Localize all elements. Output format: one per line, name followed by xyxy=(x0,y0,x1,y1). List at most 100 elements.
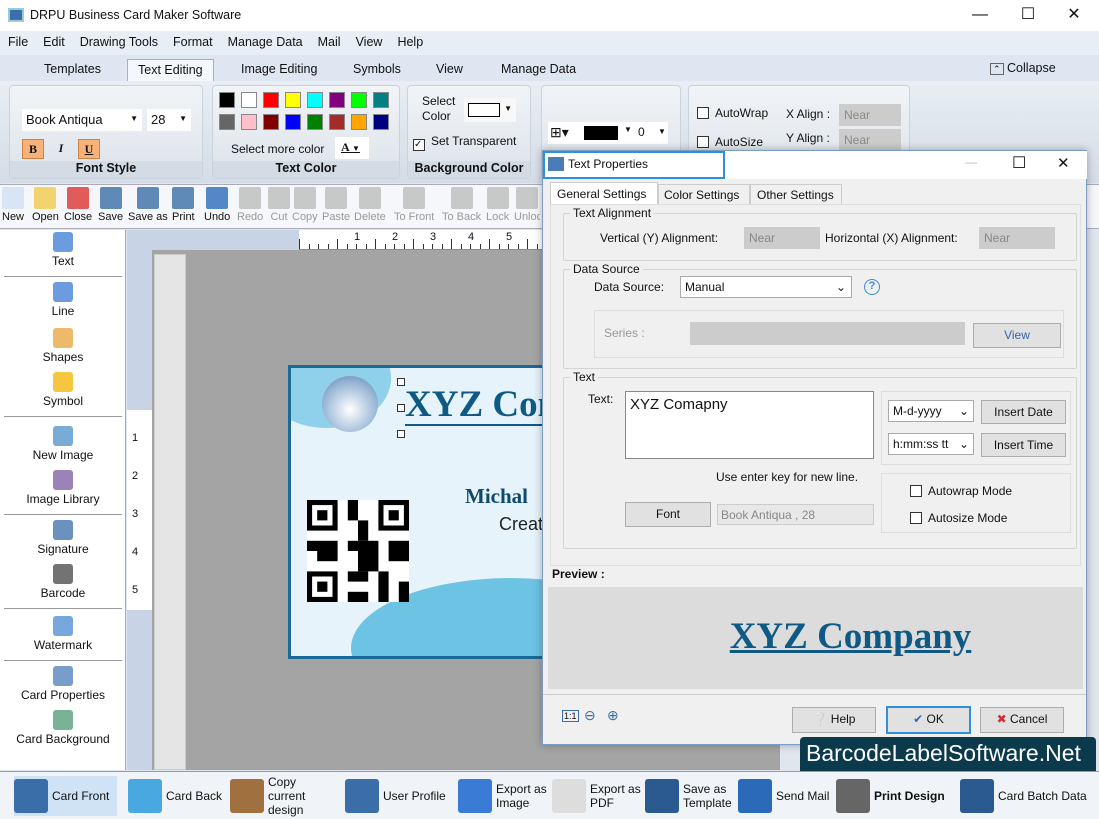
color-swatch[interactable] xyxy=(219,92,235,108)
color-swatch[interactable] xyxy=(307,92,323,108)
underline-button[interactable]: U xyxy=(78,139,100,159)
menu-drawing-tools[interactable]: Drawing Tools xyxy=(72,31,165,49)
color-swatch[interactable] xyxy=(241,92,257,108)
series-select[interactable] xyxy=(690,322,965,345)
color-swatch[interactable] xyxy=(373,92,389,108)
menu-view[interactable]: View xyxy=(348,31,390,49)
save-as-template-button[interactable]: Save as Template xyxy=(645,776,745,816)
tool-shapes[interactable]: Shapes xyxy=(4,328,122,364)
paste-button[interactable]: Paste xyxy=(322,187,350,223)
view-button[interactable]: View xyxy=(973,323,1061,348)
export-as-image-button[interactable]: Export as Image xyxy=(458,776,558,816)
lock-button[interactable]: Lock xyxy=(486,187,509,223)
tool-text[interactable]: Text xyxy=(4,232,122,268)
to-front-button[interactable]: To Front xyxy=(394,187,434,223)
x-align-select[interactable]: Near xyxy=(839,104,901,126)
text-input[interactable]: XYZ Comapny xyxy=(625,391,874,459)
color-swatch[interactable] xyxy=(329,114,345,130)
tool-card-background[interactable]: Card Background xyxy=(4,710,122,746)
time-format-select[interactable]: h:mm:ss tt ⌄ xyxy=(888,433,974,455)
selection-handle[interactable] xyxy=(397,430,405,438)
autosize-checkbox[interactable]: AutoSize xyxy=(697,135,763,149)
font-color-dropdown[interactable]: A ▼ xyxy=(335,137,369,159)
tool-watermark[interactable]: Watermark xyxy=(4,616,122,652)
vertical-alignment-select[interactable]: Near xyxy=(744,227,820,249)
undo-button[interactable]: Undo xyxy=(204,187,230,223)
set-transparent-checkbox[interactable]: ✓ Set Transparent xyxy=(413,134,516,151)
menu-format[interactable]: Format xyxy=(165,31,220,49)
font-button[interactable]: Font xyxy=(625,502,711,527)
tab-general-settings[interactable]: General Settings xyxy=(550,182,658,205)
tab-other-settings[interactable]: Other Settings xyxy=(750,184,842,205)
tab-view[interactable]: View xyxy=(426,59,473,81)
horizontal-alignment-select[interactable]: Near xyxy=(979,227,1055,249)
tab-manage-data[interactable]: Manage Data xyxy=(491,59,586,81)
background-color-dropdown[interactable]: ▼ xyxy=(464,98,516,122)
dialog-close-button[interactable]: ✕ xyxy=(1057,154,1070,172)
y-align-select[interactable]: Near xyxy=(839,129,901,151)
selection-handle[interactable] xyxy=(397,404,405,412)
border-width-select[interactable]: 0 xyxy=(638,125,645,139)
close-button[interactable]: ✕ xyxy=(1054,4,1094,26)
close-button[interactable]: Close xyxy=(64,187,92,223)
menu-help[interactable]: Help xyxy=(389,31,430,49)
save-as-button[interactable]: Save as xyxy=(128,187,168,223)
color-swatch[interactable] xyxy=(351,114,367,130)
insert-time-button[interactable]: Insert Time xyxy=(981,433,1066,457)
redo-button[interactable]: Redo xyxy=(237,187,263,223)
selection-handle[interactable] xyxy=(397,378,405,386)
tool-symbol[interactable]: Symbol xyxy=(4,372,122,408)
unlock-button[interactable]: Unlock xyxy=(514,187,540,223)
font-family-select[interactable]: Book Antiqua ▼ xyxy=(22,109,142,131)
insert-date-button[interactable]: Insert Date xyxy=(981,400,1066,424)
card-front-button[interactable]: Card Front xyxy=(14,776,118,816)
copy-current-design-button[interactable]: Copy current design xyxy=(230,775,330,817)
print-design-button[interactable]: Print Design xyxy=(836,776,945,816)
tool-new-image[interactable]: New Image xyxy=(4,426,122,462)
delete-button[interactable]: Delete xyxy=(354,187,386,223)
maximize-button[interactable]: ☐ xyxy=(1008,4,1048,26)
italic-button[interactable]: I xyxy=(50,139,72,159)
autowrap-checkbox[interactable]: AutoWrap xyxy=(697,106,768,120)
bold-button[interactable]: B xyxy=(22,139,44,159)
help-icon[interactable]: ? xyxy=(864,279,880,295)
color-swatch[interactable] xyxy=(219,114,235,130)
color-swatch[interactable] xyxy=(263,92,279,108)
copy-button[interactable]: Copy xyxy=(292,187,318,223)
data-source-select[interactable]: Manual ⌄ xyxy=(680,276,852,298)
autowrap-mode-checkbox[interactable]: Autowrap Mode xyxy=(910,484,1012,498)
tool-image-library[interactable]: Image Library xyxy=(4,470,122,506)
color-swatch[interactable] xyxy=(285,114,301,130)
menu-file[interactable]: File xyxy=(0,31,35,49)
menu-edit[interactable]: Edit xyxy=(35,31,72,49)
color-swatch[interactable] xyxy=(329,92,345,108)
cut-button[interactable]: Cut xyxy=(268,187,290,223)
business-card[interactable]: XYZ Company Michal Creat xyxy=(288,365,548,659)
zoom-out-icon[interactable]: ⊖ xyxy=(584,707,596,724)
minimize-button[interactable]: — xyxy=(960,4,1000,26)
card-company-text[interactable]: XYZ Company xyxy=(405,386,545,426)
zoom-in-icon[interactable]: ⊕ xyxy=(607,707,619,724)
tab-symbols[interactable]: Symbols xyxy=(343,59,411,81)
color-swatch[interactable] xyxy=(263,114,279,130)
card-back-button[interactable]: Card Back xyxy=(128,776,222,816)
dialog-minimize-button[interactable]: — xyxy=(965,155,977,169)
color-swatch[interactable] xyxy=(285,92,301,108)
dialog-maximize-button[interactable]: ☐ xyxy=(1012,153,1026,173)
tab-color-settings[interactable]: Color Settings xyxy=(658,184,750,205)
collapse-button[interactable]: ⌃ Collapse xyxy=(990,61,1056,75)
menu-mail[interactable]: Mail xyxy=(310,31,348,49)
save-button[interactable]: Save xyxy=(98,187,123,223)
tab-templates[interactable]: Templates xyxy=(34,59,111,81)
send-mail-button[interactable]: Send Mail xyxy=(738,776,829,816)
open-button[interactable]: Open xyxy=(32,187,59,223)
tool-card-properties[interactable]: Card Properties xyxy=(4,666,122,702)
menu-manage-data[interactable]: Manage Data xyxy=(220,31,310,49)
tab-text-editing[interactable]: Text Editing xyxy=(127,59,214,81)
to-back-button[interactable]: To Back xyxy=(442,187,481,223)
card-batch-data-button[interactable]: Card Batch Data xyxy=(960,776,1087,816)
new-button[interactable]: New xyxy=(2,187,24,223)
font-size-select[interactable]: 28 ▼ xyxy=(147,109,191,131)
tool-barcode[interactable]: Barcode xyxy=(4,564,122,600)
cancel-button[interactable]: ✖ Cancel xyxy=(980,707,1064,733)
